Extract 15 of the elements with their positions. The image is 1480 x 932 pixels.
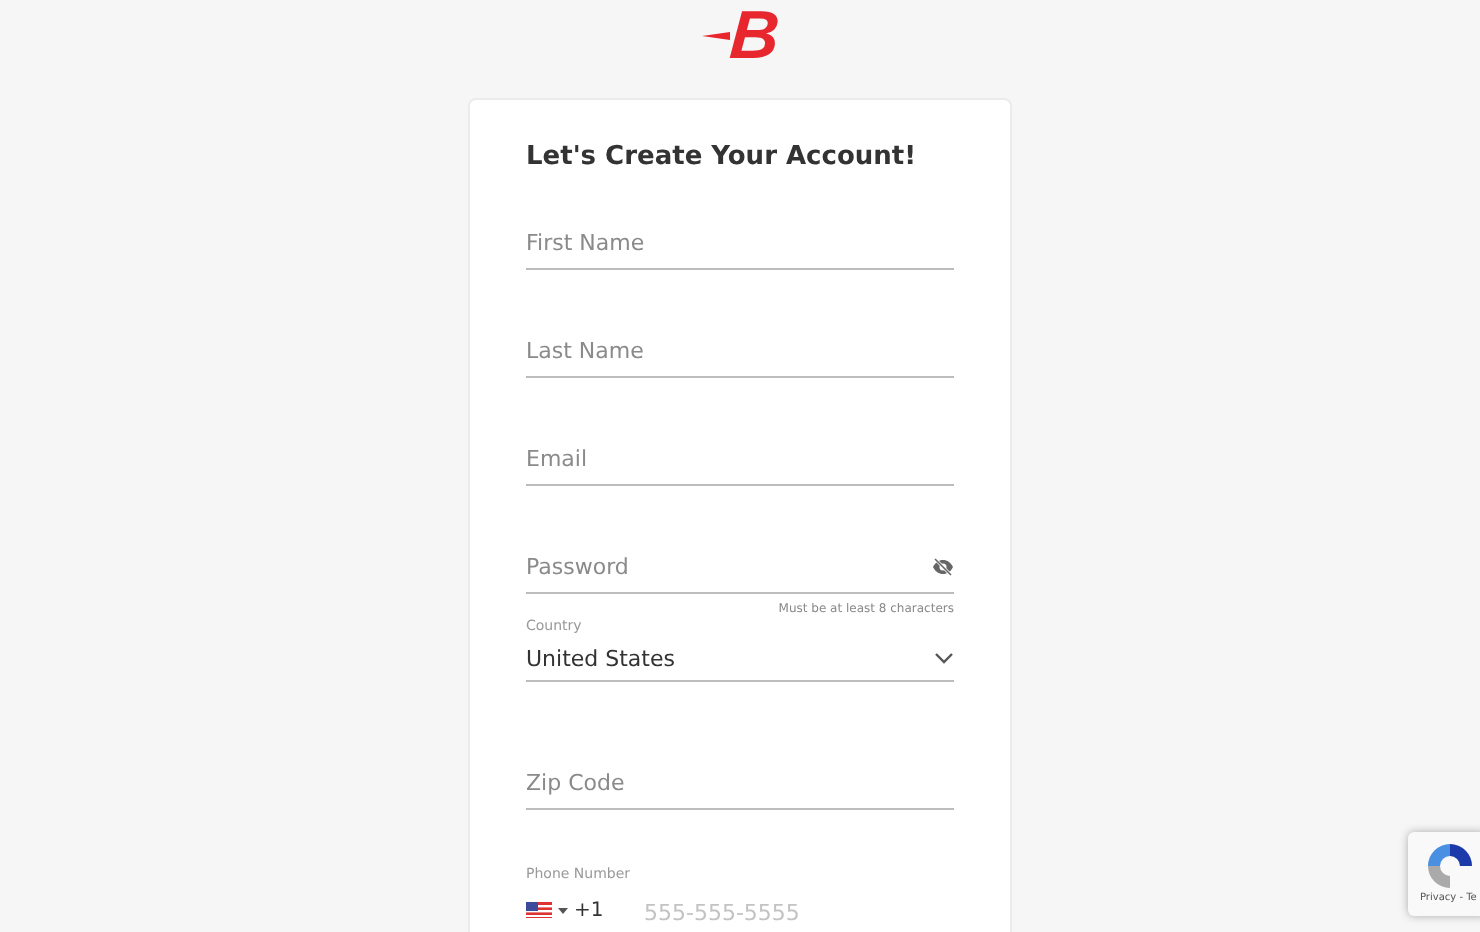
chevron-down-icon [934,652,954,664]
country-select[interactable]: United States [526,636,954,682]
caret-icon [558,907,568,913]
recaptcha-icon [1424,840,1476,892]
flag-icon [526,902,552,918]
password-field[interactable]: Password [526,542,932,590]
form-title: Let's Create Your Account! [526,142,919,172]
text-field[interactable]: First Name [526,218,954,266]
eye-slash-icon[interactable] [932,557,954,575]
text-field[interactable]: Email [526,434,954,482]
phone-field[interactable]: 555-555-5555 [644,888,954,932]
text-field[interactable]: Last Name [526,326,954,374]
country-code-select[interactable]: +1 [526,888,616,932]
text-field[interactable]: Zip Code [526,758,954,806]
logo: B [701,0,779,72]
